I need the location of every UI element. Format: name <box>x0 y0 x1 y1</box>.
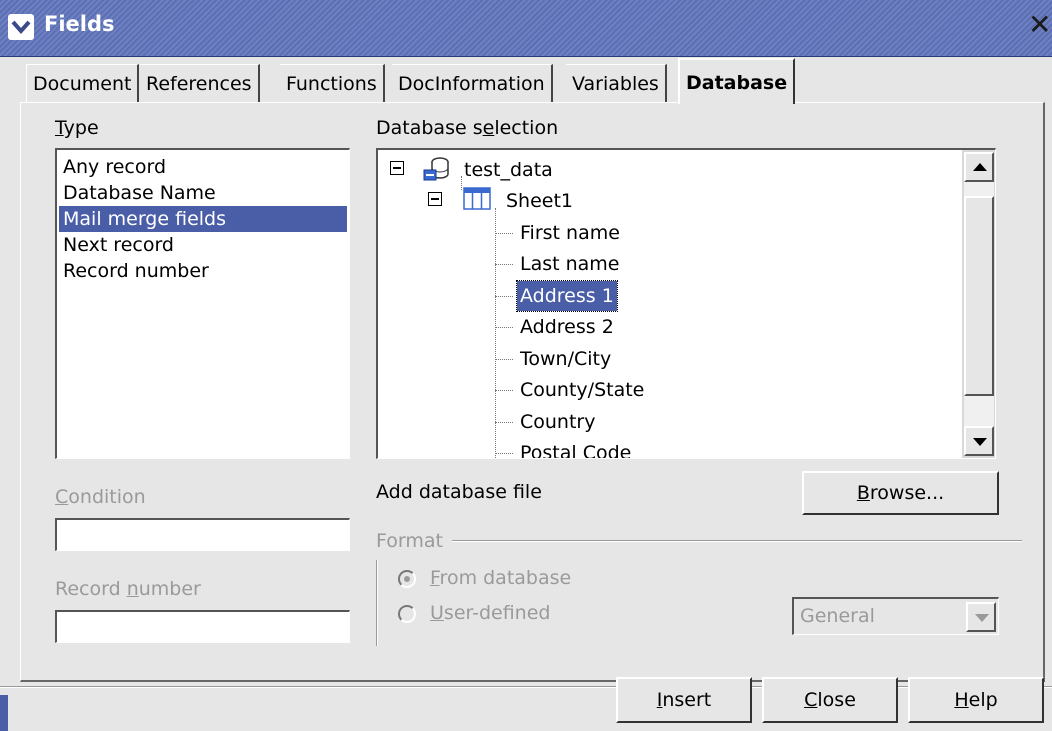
from-database-label: From database <box>430 567 572 589</box>
list-item[interactable]: Next record <box>59 232 347 258</box>
list-item[interactable]: Record number <box>59 258 347 284</box>
window-title: Fields <box>44 12 115 36</box>
tree-field[interactable]: Last name <box>520 249 620 279</box>
tab-variables[interactable]: Variables <box>566 64 667 102</box>
user-defined-label: User-defined <box>430 602 551 624</box>
tree-field[interactable]: Town/City <box>520 344 611 374</box>
tab-functions[interactable]: Functions <box>280 64 385 102</box>
tree-field-selected[interactable]: Address 1 <box>516 280 618 312</box>
tree-field[interactable]: County/State <box>520 375 644 405</box>
record-number-label: Record number <box>55 578 201 600</box>
user-defined-radio[interactable] <box>398 605 416 623</box>
record-number-input[interactable] <box>55 610 350 643</box>
insert-button[interactable]: Insert <box>616 677 752 723</box>
browse-button[interactable]: Browse... <box>802 471 999 515</box>
tree-field[interactable]: Postal Code <box>520 438 631 458</box>
type-label: Type <box>55 117 99 139</box>
tab-docinformation[interactable]: DocInformation <box>392 64 553 102</box>
tab-document[interactable]: Document <box>26 64 140 102</box>
list-item-selected[interactable]: Mail merge fields <box>59 206 347 232</box>
add-database-file-label: Add database file <box>376 481 542 503</box>
list-item[interactable]: Database Name <box>59 180 347 206</box>
table-icon <box>462 185 492 216</box>
database-tree[interactable]: test_data Sheet1 First name Last name Ad… <box>376 148 996 459</box>
collapse-table-icon[interactable] <box>428 192 442 206</box>
collapse-database-icon[interactable] <box>390 161 404 175</box>
tree-field[interactable]: Country <box>520 407 595 437</box>
format-select-value: General <box>800 605 875 627</box>
type-list[interactable]: Any record Database Name Mail merge fiel… <box>55 148 350 459</box>
from-database-radio[interactable] <box>398 570 416 588</box>
database-selection-label: Database selection <box>376 117 559 139</box>
scroll-up-button[interactable] <box>964 152 994 182</box>
list-item[interactable]: Any record <box>59 154 347 180</box>
tree-field[interactable]: First name <box>520 218 620 248</box>
tree-field[interactable]: Address 2 <box>520 312 614 342</box>
tab-references[interactable]: References <box>140 64 260 102</box>
condition-input[interactable] <box>55 518 350 551</box>
format-group-line <box>376 560 378 646</box>
close-button[interactable]: Close <box>762 677 898 723</box>
scroll-thumb[interactable] <box>964 196 994 396</box>
help-button[interactable]: Help <box>908 677 1044 723</box>
format-select[interactable]: General <box>792 597 999 635</box>
scroll-down-button[interactable] <box>964 426 994 456</box>
tree-database-name[interactable]: test_data <box>464 155 553 185</box>
format-label: Format <box>376 530 443 552</box>
tree-scrollbar[interactable] <box>962 150 995 458</box>
tree-table-name[interactable]: Sheet1 <box>506 186 573 216</box>
window-menu-icon[interactable] <box>8 14 34 40</box>
condition-label: Condition <box>55 486 146 508</box>
format-divider <box>452 540 1022 542</box>
window-edge <box>0 695 8 731</box>
database-icon <box>422 154 452 187</box>
close-icon[interactable]: ✕ <box>1028 8 1051 42</box>
format-dropdown-button[interactable] <box>966 602 996 632</box>
tab-database[interactable]: Database <box>678 58 796 104</box>
title-bar[interactable]: Fields ✕ <box>0 0 1052 57</box>
